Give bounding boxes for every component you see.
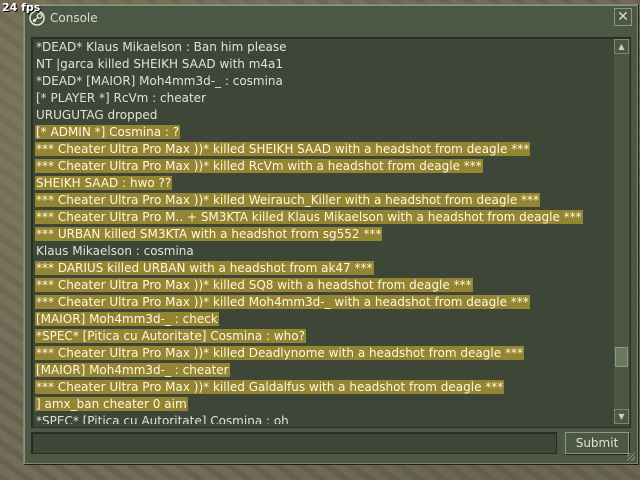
scroll-up-button[interactable]: ▲ <box>614 39 629 54</box>
window-title: Console <box>50 11 98 25</box>
log-line-text: NT |garca killed SHEIKH SAAD with m4a1 <box>36 57 284 71</box>
log-line-text: *** Cheater Ultra Pro M.. + SM3KTA kille… <box>35 210 583 224</box>
fps-counter: 24 fps <box>2 1 41 14</box>
log-line: ] amx_ban cheater 0 aim <box>33 396 610 413</box>
log-line-text: [* PLAYER *] RcVm : cheater <box>36 91 206 105</box>
arrow-up-icon: ▲ <box>618 42 625 51</box>
log-line-text: *SPEC* [Pitica cu Autoritate] Cosmina : … <box>35 329 306 343</box>
command-input[interactable] <box>31 432 557 454</box>
log-line: *** Cheater Ultra Pro M.. + SM3KTA kille… <box>33 209 610 226</box>
log-line: *DEAD* Klaus Mikaelson : Ban him please <box>33 39 610 56</box>
scrollbar[interactable]: ▲ ▼ <box>614 39 629 424</box>
console-log[interactable]: *DEAD* Klaus Mikaelson : Ban him please N… <box>33 39 610 424</box>
log-line-text: *** Cheater Ultra Pro Max ))* killed Gal… <box>35 380 505 394</box>
log-line-text: *DEAD* Klaus Mikaelson : Ban him please <box>36 40 287 54</box>
log-line: [MAIOR] Moh4mm3d-_ : cheater <box>33 362 610 379</box>
log-line-text: *** Cheater Ultra Pro Max ))* killed SQ8… <box>35 278 473 292</box>
log-line-text: *** Cheater Ultra Pro Max ))* killed SHE… <box>35 142 531 156</box>
log-line-text: URUGUTAG dropped <box>36 108 158 122</box>
resize-grip-icon[interactable] <box>627 453 635 461</box>
log-line: Klaus Mikaelson : cosmina <box>33 243 610 260</box>
log-line: *** Cheater Ultra Pro Max ))* killed Moh… <box>33 294 610 311</box>
log-line: [* PLAYER *] RcVm : cheater <box>33 90 610 107</box>
scrollbar-thumb[interactable] <box>615 347 628 367</box>
log-line-text: [MAIOR] Moh4mm3d-_ : check <box>35 312 219 326</box>
log-line: *** Cheater Ultra Pro Max ))* killed RcV… <box>33 158 610 175</box>
log-line-text: *** Cheater Ultra Pro Max ))* killed Moh… <box>35 295 530 309</box>
log-line-text: *** Cheater Ultra Pro Max ))* killed RcV… <box>35 159 483 173</box>
log-line: *SPEC* [Pitica cu Autoritate] Cosmina : … <box>33 328 610 345</box>
log-line: *SPEC* [Pitica cu Autoritate] Cosmina : … <box>33 413 610 424</box>
log-line: *DEAD* [MAIOR] Moh4mm3d-_ : cosmina <box>33 73 610 90</box>
log-line-text: *** Cheater Ultra Pro Max ))* killed Dea… <box>35 346 524 360</box>
log-line-text: Klaus Mikaelson : cosmina <box>36 244 194 258</box>
log-line: *** Cheater Ultra Pro Max ))* killed Wei… <box>33 192 610 209</box>
log-line-text: *** URBAN killed SM3KTA with a headshot … <box>35 227 383 241</box>
log-line: *** Cheater Ultra Pro Max ))* killed SQ8… <box>33 277 610 294</box>
log-line: *** Cheater Ultra Pro Max ))* killed Dea… <box>33 345 610 362</box>
log-line-text: [MAIOR] Moh4mm3d-_ : cheater <box>35 363 230 377</box>
log-line-text: [* ADMIN *] Cosmina : ? <box>35 125 181 139</box>
log-line: *** URBAN killed SM3KTA with a headshot … <box>33 226 610 243</box>
console-window: Console ✕ *DEAD* Klaus Mikaelson : Ban h… <box>23 4 638 464</box>
log-line-text: *DEAD* [MAIOR] Moh4mm3d-_ : cosmina <box>36 74 283 88</box>
arrow-down-icon: ▼ <box>618 412 625 421</box>
console-log-panel: *DEAD* Klaus Mikaelson : Ban him please N… <box>31 37 631 428</box>
log-line-text: *SPEC* [Pitica cu Autoritate] Cosmina : … <box>36 414 289 424</box>
close-button[interactable]: ✕ <box>614 8 632 26</box>
log-line: SHEIKH SAAD : hwo ?? <box>33 175 610 192</box>
log-line: *** DARIUS killed URBAN with a headshot … <box>33 260 610 277</box>
log-line: [MAIOR] Moh4mm3d-_ : check <box>33 311 610 328</box>
log-line: NT |garca killed SHEIKH SAAD with m4a1 <box>33 56 610 73</box>
log-line: URUGUTAG dropped <box>33 107 610 124</box>
log-line-text: SHEIKH SAAD : hwo ?? <box>35 176 173 190</box>
log-line: [* ADMIN *] Cosmina : ? <box>33 124 610 141</box>
log-line-text: *** Cheater Ultra Pro Max ))* killed Wei… <box>35 193 541 207</box>
scroll-down-button[interactable]: ▼ <box>614 409 629 424</box>
close-icon: ✕ <box>617 9 629 25</box>
log-line: *** Cheater Ultra Pro Max ))* killed SHE… <box>33 141 610 158</box>
log-line-text: *** DARIUS killed URBAN with a headshot … <box>35 261 374 275</box>
title-bar[interactable]: Console ✕ <box>24 5 637 33</box>
log-line-text: ] amx_ban cheater 0 aim <box>35 397 188 411</box>
submit-button[interactable]: Submit <box>565 432 629 454</box>
log-line: *** Cheater Ultra Pro Max ))* killed Gal… <box>33 379 610 396</box>
